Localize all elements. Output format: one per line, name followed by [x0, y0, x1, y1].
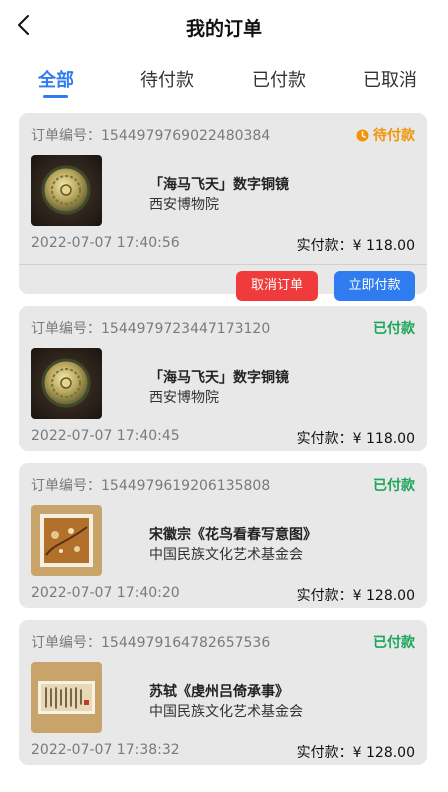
tab-all[interactable]: 全部 [38, 66, 74, 92]
product-name: 宋徽宗《花鸟看春写意图》 [149, 527, 317, 543]
paid-amount: 实付款：¥ 128.00 [297, 742, 415, 762]
order-date: 2022-07-07 17:40:20 [31, 585, 180, 601]
paid-amount-label: 实付款： [296, 238, 353, 254]
paid-amount: 实付款：¥ 118.00 [297, 428, 415, 448]
product-name: 「海马飞天」数字铜镜 [149, 370, 289, 386]
product-image-bronze-mirror[interactable] [31, 348, 102, 419]
product-name: 「海马飞天」数字铜镜 [149, 177, 289, 193]
page-title: 我的订单 [185, 18, 262, 40]
app-header: 我的订单 [0, 0, 448, 56]
pay-now-button[interactable]: 立即付款 [334, 271, 415, 301]
status-badge: 已付款 [373, 321, 415, 337]
product-image-calligraphy[interactable] [31, 662, 102, 733]
paid-amount: 实付款：¥ 118.00 [297, 235, 415, 255]
order-tabs: 全部 待付款 已付款 已取消 [0, 60, 448, 100]
paid-amount-value: ¥ 128.00 [352, 588, 415, 604]
order-number-label: 订单编号： [31, 128, 101, 144]
tab-paid[interactable]: 已付款 [252, 66, 306, 92]
active-tab-indicator [43, 95, 68, 98]
order-number-value: 1544979164782657536 [101, 635, 271, 651]
order-date: 2022-07-07 17:40:45 [31, 428, 180, 444]
status-badge: 已付款 [373, 635, 415, 651]
product-name: 苏轼《虔州吕倚承事》 [149, 684, 289, 700]
product-image-flower-bird-painting[interactable] [31, 505, 102, 576]
product-organization: 中国民族文化艺术基金会 [149, 704, 303, 720]
paid-amount-value: ¥ 128.00 [352, 745, 415, 761]
product-organization: 西安博物院 [149, 197, 219, 213]
tab-pending[interactable]: 待付款 [140, 66, 194, 92]
clock-icon [356, 129, 369, 142]
paid-amount-value: ¥ 118.00 [352, 431, 415, 447]
cancel-order-button[interactable]: 取消订单 [236, 271, 318, 301]
order-card[interactable]: 订单编号：1544979164782657536 已付款 苏轼《虔州吕倚承事》 … [19, 620, 427, 765]
paid-amount-value: ¥ 118.00 [352, 238, 415, 254]
status-badge: 已付款 [373, 478, 415, 494]
tab-cancelled[interactable]: 已取消 [363, 66, 417, 92]
order-number-label: 订单编号： [31, 321, 101, 337]
order-card[interactable]: 订单编号：1544979769022480384 待付款 「海马飞天」数字铜镜 … [19, 113, 427, 301]
order-number: 订单编号：1544979723447173120 [31, 318, 270, 338]
paid-amount: 实付款：¥ 128.00 [297, 585, 415, 605]
order-number: 订单编号：1544979619206135808 [31, 475, 270, 495]
order-number: 订单编号：1544979164782657536 [31, 632, 270, 652]
product-image-bronze-mirror[interactable] [31, 155, 102, 226]
status-badge: 待付款 [356, 125, 415, 145]
order-number-value: 1544979619206135808 [101, 478, 271, 494]
order-number-label: 订单编号： [31, 478, 101, 494]
order-number-value: 1544979723447173120 [101, 321, 271, 337]
paid-amount-label: 实付款： [296, 588, 353, 604]
order-date: 2022-07-07 17:40:56 [31, 235, 180, 251]
product-organization: 西安博物院 [149, 390, 219, 406]
status-text: 待付款 [373, 128, 415, 144]
order-date: 2022-07-07 17:38:32 [31, 742, 180, 758]
product-organization: 中国民族文化艺术基金会 [149, 547, 303, 563]
order-number: 订单编号：1544979769022480384 [31, 125, 270, 145]
order-number-value: 1544979769022480384 [101, 128, 271, 144]
paid-amount-label: 实付款： [296, 431, 353, 447]
order-card[interactable]: 订单编号：1544979619206135808 已付款 宋徽宗《花鸟看春写意图… [19, 463, 427, 608]
order-card[interactable]: 订单编号：1544979723447173120 已付款 「海马飞天」数字铜镜 … [19, 306, 427, 451]
order-number-label: 订单编号： [31, 635, 101, 651]
card-divider [19, 264, 427, 265]
paid-amount-label: 实付款： [296, 745, 353, 761]
